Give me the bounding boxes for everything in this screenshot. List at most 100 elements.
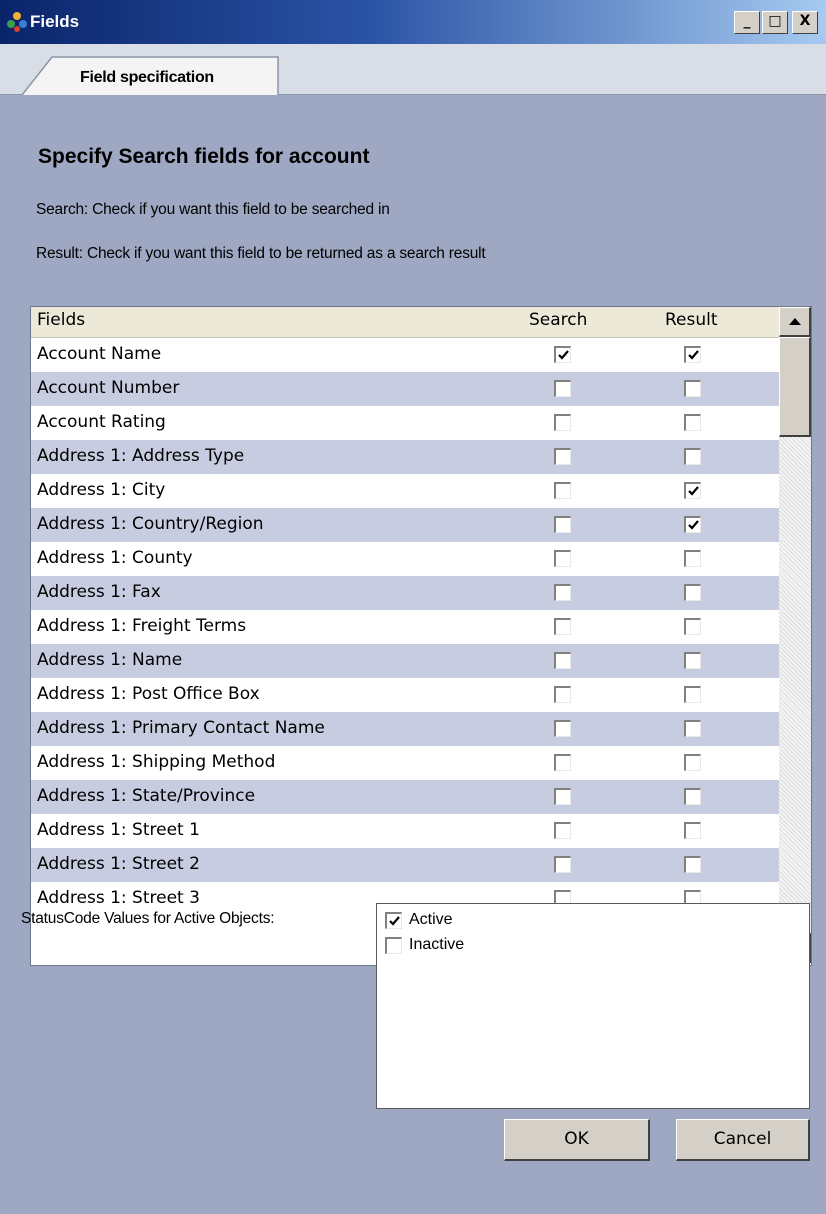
search-checkbox[interactable] <box>554 856 571 873</box>
result-checkbox[interactable] <box>684 652 701 669</box>
search-description: Search: Check if you want this field to … <box>36 201 390 218</box>
column-header-search[interactable]: Search <box>529 310 587 330</box>
tab-label: Field specification <box>80 69 214 86</box>
result-checkbox[interactable] <box>684 346 701 363</box>
maximize-button[interactable]: □ <box>762 11 788 34</box>
field-name: Address 1: Address Type <box>37 446 245 466</box>
field-name: Address 1: Street 2 <box>37 854 200 874</box>
scroll-up-button[interactable] <box>779 307 811 337</box>
column-header-fields[interactable]: Fields <box>37 310 85 330</box>
result-checkbox[interactable] <box>684 516 701 533</box>
table-row[interactable]: Address 1: Freight Terms <box>31 610 779 644</box>
result-checkbox[interactable] <box>684 856 701 873</box>
table-row[interactable]: Address 1: Country/Region <box>31 508 779 542</box>
inactive-checkbox[interactable] <box>385 937 402 954</box>
check-icon <box>389 916 400 926</box>
cancel-button[interactable]: Cancel <box>676 1119 810 1161</box>
result-checkbox[interactable] <box>684 788 701 805</box>
field-name: Address 1: Primary Contact Name <box>37 718 325 738</box>
status-item-label: Inactive <box>409 936 465 953</box>
result-checkbox[interactable] <box>684 584 701 601</box>
table-row[interactable]: Address 1: Name <box>31 644 779 678</box>
search-checkbox[interactable] <box>554 652 571 669</box>
result-checkbox[interactable] <box>684 380 701 397</box>
search-checkbox[interactable] <box>554 414 571 431</box>
check-icon <box>688 486 699 496</box>
grid-rows: Account Name Account Number Account Rating… <box>31 338 779 916</box>
field-name: Account Rating <box>37 412 166 432</box>
table-row[interactable]: Address 1: Post Office Box <box>31 678 779 712</box>
result-checkbox[interactable] <box>684 482 701 499</box>
status-code-list[interactable]: Active Inactive <box>376 903 810 1109</box>
ok-button[interactable]: OK <box>504 1119 650 1161</box>
title-bar[interactable]: Fields _ □ X <box>0 0 826 44</box>
search-checkbox[interactable] <box>554 788 571 805</box>
result-checkbox[interactable] <box>684 414 701 431</box>
result-checkbox[interactable] <box>684 448 701 465</box>
table-row[interactable]: Address 1: Address Type <box>31 440 779 474</box>
field-name: Account Name <box>37 344 162 364</box>
tab-strip: Field specification <box>0 44 826 95</box>
close-button[interactable]: X <box>792 11 818 34</box>
result-checkbox[interactable] <box>684 550 701 567</box>
search-checkbox[interactable] <box>554 618 571 635</box>
table-row[interactable]: Address 1: Fax <box>31 576 779 610</box>
active-checkbox[interactable] <box>385 912 402 929</box>
status-item-label: Active <box>409 911 453 928</box>
column-header-result[interactable]: Result <box>665 310 718 330</box>
search-checkbox[interactable] <box>554 346 571 363</box>
fields-grid[interactable]: Fields Search Result Account Name Account… <box>30 306 812 966</box>
field-name: Address 1: Name <box>37 650 183 670</box>
field-name: Address 1: State/Province <box>37 786 256 806</box>
search-checkbox[interactable] <box>554 686 571 703</box>
search-checkbox[interactable] <box>554 550 571 567</box>
grid-header: Fields Search Result <box>31 307 779 338</box>
search-checkbox[interactable] <box>554 822 571 839</box>
minimize-button[interactable]: _ <box>734 11 760 34</box>
result-checkbox[interactable] <box>684 618 701 635</box>
field-name: Address 1: Freight Terms <box>37 616 247 636</box>
table-row[interactable]: Address 1: Street 1 <box>31 814 779 848</box>
table-row[interactable]: Account Name <box>31 338 779 372</box>
field-name: Address 1: Country/Region <box>37 514 264 534</box>
table-row[interactable]: Address 1: Street 2 <box>31 848 779 882</box>
field-name: Address 1: Street 1 <box>37 820 200 840</box>
search-checkbox[interactable] <box>554 720 571 737</box>
search-checkbox[interactable] <box>554 516 571 533</box>
page-title: Specify Search fields for account <box>38 145 370 168</box>
vertical-scrollbar[interactable] <box>779 307 811 965</box>
search-checkbox[interactable] <box>554 584 571 601</box>
table-row[interactable]: Account Rating <box>31 406 779 440</box>
field-name: Address 1: Street 3 <box>37 888 200 908</box>
table-row[interactable]: Account Number <box>31 372 779 406</box>
result-checkbox[interactable] <box>684 686 701 703</box>
app-icon <box>7 12 27 32</box>
result-checkbox[interactable] <box>684 754 701 771</box>
table-row[interactable]: Address 1: Shipping Method <box>31 746 779 780</box>
result-description: Result: Check if you want this field to … <box>36 245 486 262</box>
fields-dialog: Fields _ □ X Field specification Specify… <box>0 0 826 1214</box>
check-icon <box>688 520 699 530</box>
search-checkbox[interactable] <box>554 448 571 465</box>
field-name: Address 1: Fax <box>37 582 161 602</box>
search-checkbox[interactable] <box>554 482 571 499</box>
status-code-label: StatusCode Values for Active Objects: <box>21 910 275 927</box>
check-icon <box>558 350 569 360</box>
check-icon <box>688 350 699 360</box>
window-title: Fields <box>30 12 80 31</box>
search-checkbox[interactable] <box>554 380 571 397</box>
field-name: Address 1: Shipping Method <box>37 752 276 772</box>
table-row[interactable]: Address 1: County <box>31 542 779 576</box>
arrow-up-icon <box>789 318 801 325</box>
tab-field-specification[interactable]: Field specification <box>22 56 280 95</box>
table-row[interactable]: Address 1: City <box>31 474 779 508</box>
field-name: Address 1: Post Office Box <box>37 684 260 704</box>
field-name: Account Number <box>37 378 180 398</box>
scroll-thumb[interactable] <box>779 337 811 437</box>
result-checkbox[interactable] <box>684 720 701 737</box>
table-row[interactable]: Address 1: Primary Contact Name <box>31 712 779 746</box>
result-checkbox[interactable] <box>684 822 701 839</box>
search-checkbox[interactable] <box>554 754 571 771</box>
field-name: Address 1: City <box>37 480 166 500</box>
table-row[interactable]: Address 1: State/Province <box>31 780 779 814</box>
